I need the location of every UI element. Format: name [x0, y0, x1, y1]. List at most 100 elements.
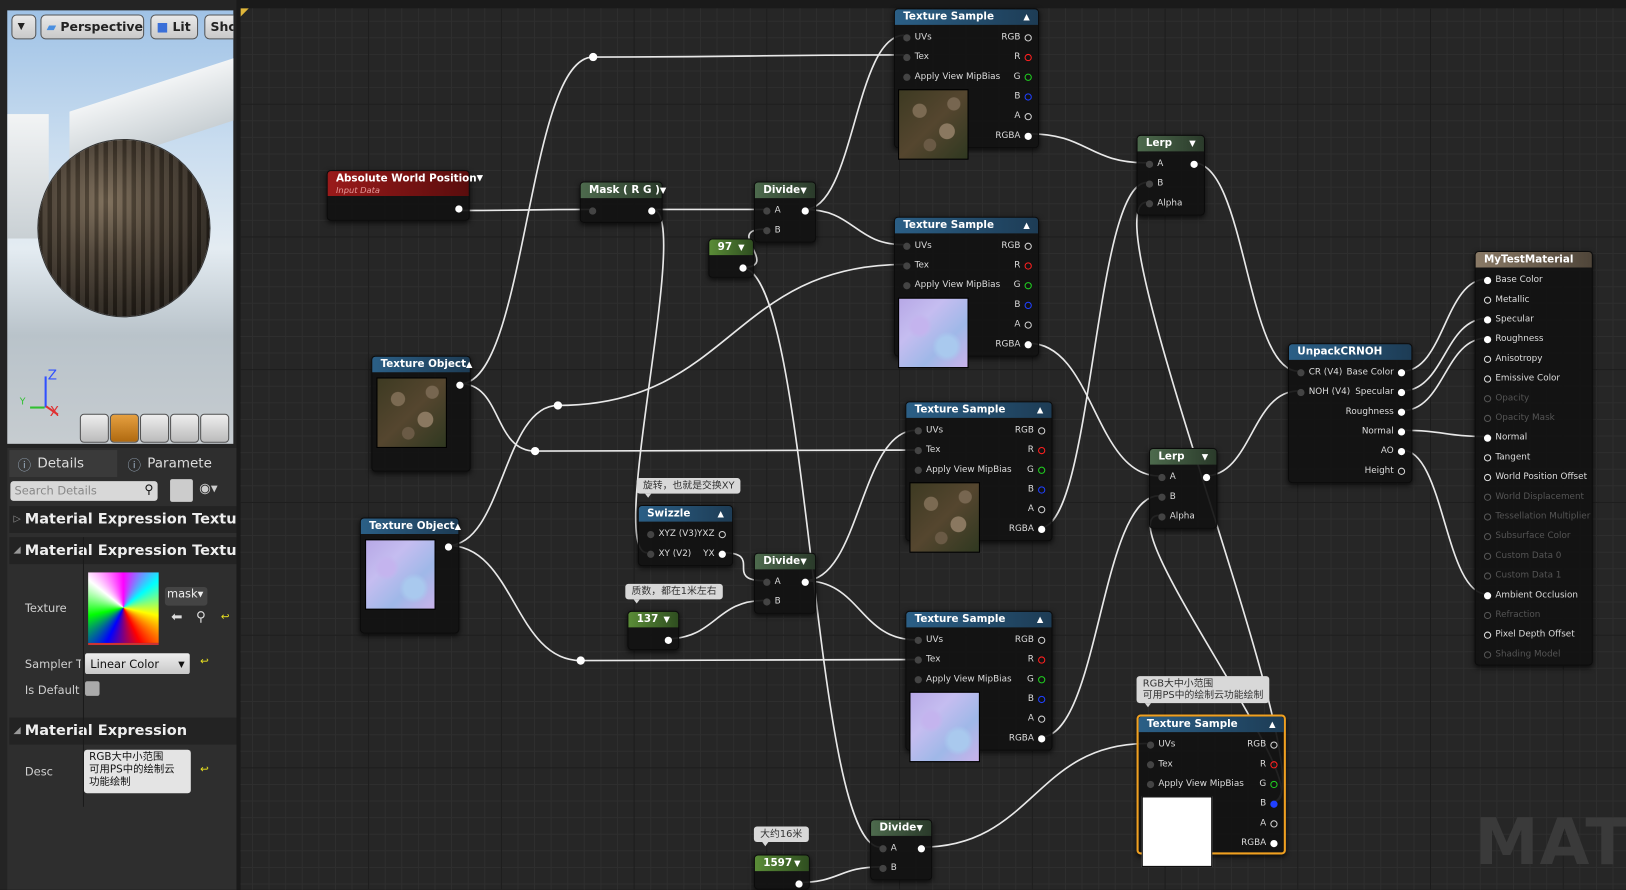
chevron-down-icon[interactable]: ▼ [738, 243, 744, 252]
pin-dot-icon[interactable] [1297, 368, 1305, 376]
input-pin[interactable]: CR (V4) [1297, 366, 1342, 378]
output-pin[interactable]: B [1028, 483, 1046, 495]
comment-bubble[interactable]: 大约16米 [753, 826, 809, 847]
pin-dot-icon[interactable] [1038, 636, 1046, 644]
pin-dot-icon[interactable] [1270, 800, 1278, 808]
pin-dot-icon[interactable] [1024, 242, 1032, 250]
output-pin[interactable] [739, 261, 747, 273]
node-header[interactable]: Texture Object ▲ [372, 356, 472, 373]
pin-dot-icon[interactable] [1483, 335, 1492, 343]
input-pin[interactable]: UVs [914, 634, 943, 646]
node-header[interactable]: Texture Object ▲ [360, 518, 461, 535]
pin-dot-icon[interactable] [1270, 740, 1278, 749]
pin-dot-icon[interactable] [455, 204, 463, 213]
input-pin[interactable]: Alpha [1145, 197, 1182, 209]
input-pin[interactable]: Opacity [1483, 392, 1529, 404]
input-pin[interactable]: Custom Data 1 [1483, 569, 1561, 581]
pin-dot-icon[interactable] [739, 263, 747, 272]
input-pin[interactable]: XY (V2) [647, 548, 691, 560]
pin-dot-icon[interactable] [1024, 112, 1032, 120]
pin-dot-icon[interactable] [1024, 340, 1032, 348]
viewport-menu-button[interactable]: ▼ [11, 14, 37, 40]
node-ts3[interactable]: Texture Sample ▲ UVs Tex Apply View MipBias R… [905, 401, 1053, 553]
pin-dot-icon[interactable] [1483, 532, 1492, 540]
pin-dot-icon[interactable] [1483, 650, 1492, 658]
node-to1[interactable]: Texture Object ▲ [371, 355, 472, 472]
output-pin[interactable]: RGB [1001, 31, 1032, 43]
output-pin[interactable]: G [1027, 673, 1046, 685]
pin-dot-icon[interactable] [1483, 315, 1492, 324]
pin-dot-icon[interactable] [914, 655, 922, 664]
input-pin[interactable]: B [763, 595, 781, 607]
show-button[interactable]: Show [204, 14, 234, 40]
section-texture-sample[interactable]: ▷Material Expression Texture Samp [9, 506, 237, 534]
output-pin[interactable] [444, 540, 453, 552]
pin-dot-icon[interactable] [1483, 296, 1492, 304]
input-pin[interactable]: Tex [1146, 758, 1173, 770]
node-div1[interactable]: Divide ▼ A B [753, 181, 817, 243]
node-header[interactable]: 137 ▼ [628, 611, 679, 628]
pin-dot-icon[interactable] [914, 446, 922, 454]
pin-dot-icon[interactable] [1146, 760, 1155, 768]
node-ts1[interactable]: Texture Sample ▲ UVs Tex Apply View MipBias R… [893, 8, 1040, 160]
output-pin[interactable]: YX [703, 548, 726, 560]
pin-dot-icon[interactable] [1483, 414, 1492, 422]
chevron-down-icon[interactable]: ▼ [800, 186, 806, 195]
node-header[interactable]: Lerp ▼ [1150, 449, 1217, 465]
input-pin[interactable]: A [763, 204, 781, 216]
pin-dot-icon[interactable] [1024, 132, 1032, 140]
chevron-down-icon[interactable]: ▼ [917, 823, 923, 832]
output-pin[interactable] [455, 202, 463, 214]
collapse-icon[interactable]: ▲ [1023, 221, 1029, 230]
pin-dot-icon[interactable] [1397, 447, 1406, 455]
collapse-icon[interactable]: ▲ [1269, 720, 1275, 729]
pin-dot-icon[interactable] [456, 381, 464, 389]
pin-dot-icon[interactable] [1146, 740, 1155, 749]
pin-dot-icon[interactable] [1483, 493, 1492, 501]
pin-dot-icon[interactable] [1483, 394, 1492, 402]
pin-dot-icon[interactable] [763, 206, 771, 215]
node-c97[interactable]: 97 ▼ [708, 238, 754, 278]
output-pin[interactable] [648, 204, 656, 216]
pin-dot-icon[interactable] [1145, 160, 1154, 168]
output-pin[interactable]: G [1014, 279, 1032, 291]
pin-dot-icon[interactable] [914, 636, 922, 644]
pin-dot-icon[interactable] [1024, 261, 1032, 270]
pin-dot-icon[interactable] [1024, 73, 1032, 81]
output-pin[interactable] [1202, 471, 1211, 483]
desc-input[interactable]: RGB大中小范围 可用PS中的绘制云 功能绘制 [83, 749, 191, 794]
node-header[interactable]: Divide ▼ [754, 182, 816, 199]
pin-dot-icon[interactable] [914, 466, 922, 474]
output-pin[interactable]: G [1014, 71, 1032, 83]
node-awp[interactable]: Absolute World Position Input Data ▼ [326, 170, 483, 221]
preview-plane-button[interactable] [139, 413, 170, 443]
section-texture-base[interactable]: ◢Material Expression Texture Base [9, 537, 237, 565]
pin-dot-icon[interactable] [647, 530, 655, 538]
pin-dot-icon[interactable] [903, 53, 911, 61]
node-header[interactable]: Divide ▼ [754, 553, 816, 570]
input-pin[interactable]: Normal [1483, 431, 1527, 443]
input-pin[interactable]: Tex [903, 259, 929, 271]
node-mat[interactable]: MyTestMaterial Base Color Metallic Specular… [1474, 250, 1593, 666]
preview-cube-button[interactable] [170, 413, 200, 443]
pin-dot-icon[interactable] [1270, 780, 1278, 788]
node-div3[interactable]: Divide ▼ A B [870, 819, 933, 881]
node-ts2[interactable]: Texture Sample ▲ UVs Tex Apply View MipBias R… [893, 216, 1040, 369]
comment-bubble[interactable]: 旋转，也就是交换XY [636, 478, 741, 498]
use-selected-arrow-icon[interactable]: ⬅ [171, 610, 182, 626]
node-header[interactable]: 1597 ▼ [754, 855, 809, 872]
input-pin[interactable]: Apply View MipBias [1146, 778, 1244, 790]
output-pin[interactable]: A [1014, 318, 1032, 330]
input-pin[interactable]: UVs [1146, 738, 1175, 750]
pin-dot-icon[interactable] [1038, 426, 1046, 434]
output-pin[interactable]: B [1014, 90, 1032, 102]
input-pin[interactable]: Emissive Color [1483, 372, 1560, 384]
pin-dot-icon[interactable] [1038, 715, 1046, 723]
output-pin[interactable]: R [1014, 259, 1032, 271]
input-pin[interactable]: Base Color [1483, 274, 1543, 286]
output-pin[interactable]: A [1028, 503, 1046, 515]
input-pin[interactable]: Ambient Occlusion [1483, 589, 1578, 601]
input-pin[interactable]: Tessellation Multiplier [1483, 510, 1590, 522]
input-pin[interactable]: B [763, 224, 781, 236]
input-pin[interactable]: NOH (V4) [1297, 386, 1350, 398]
